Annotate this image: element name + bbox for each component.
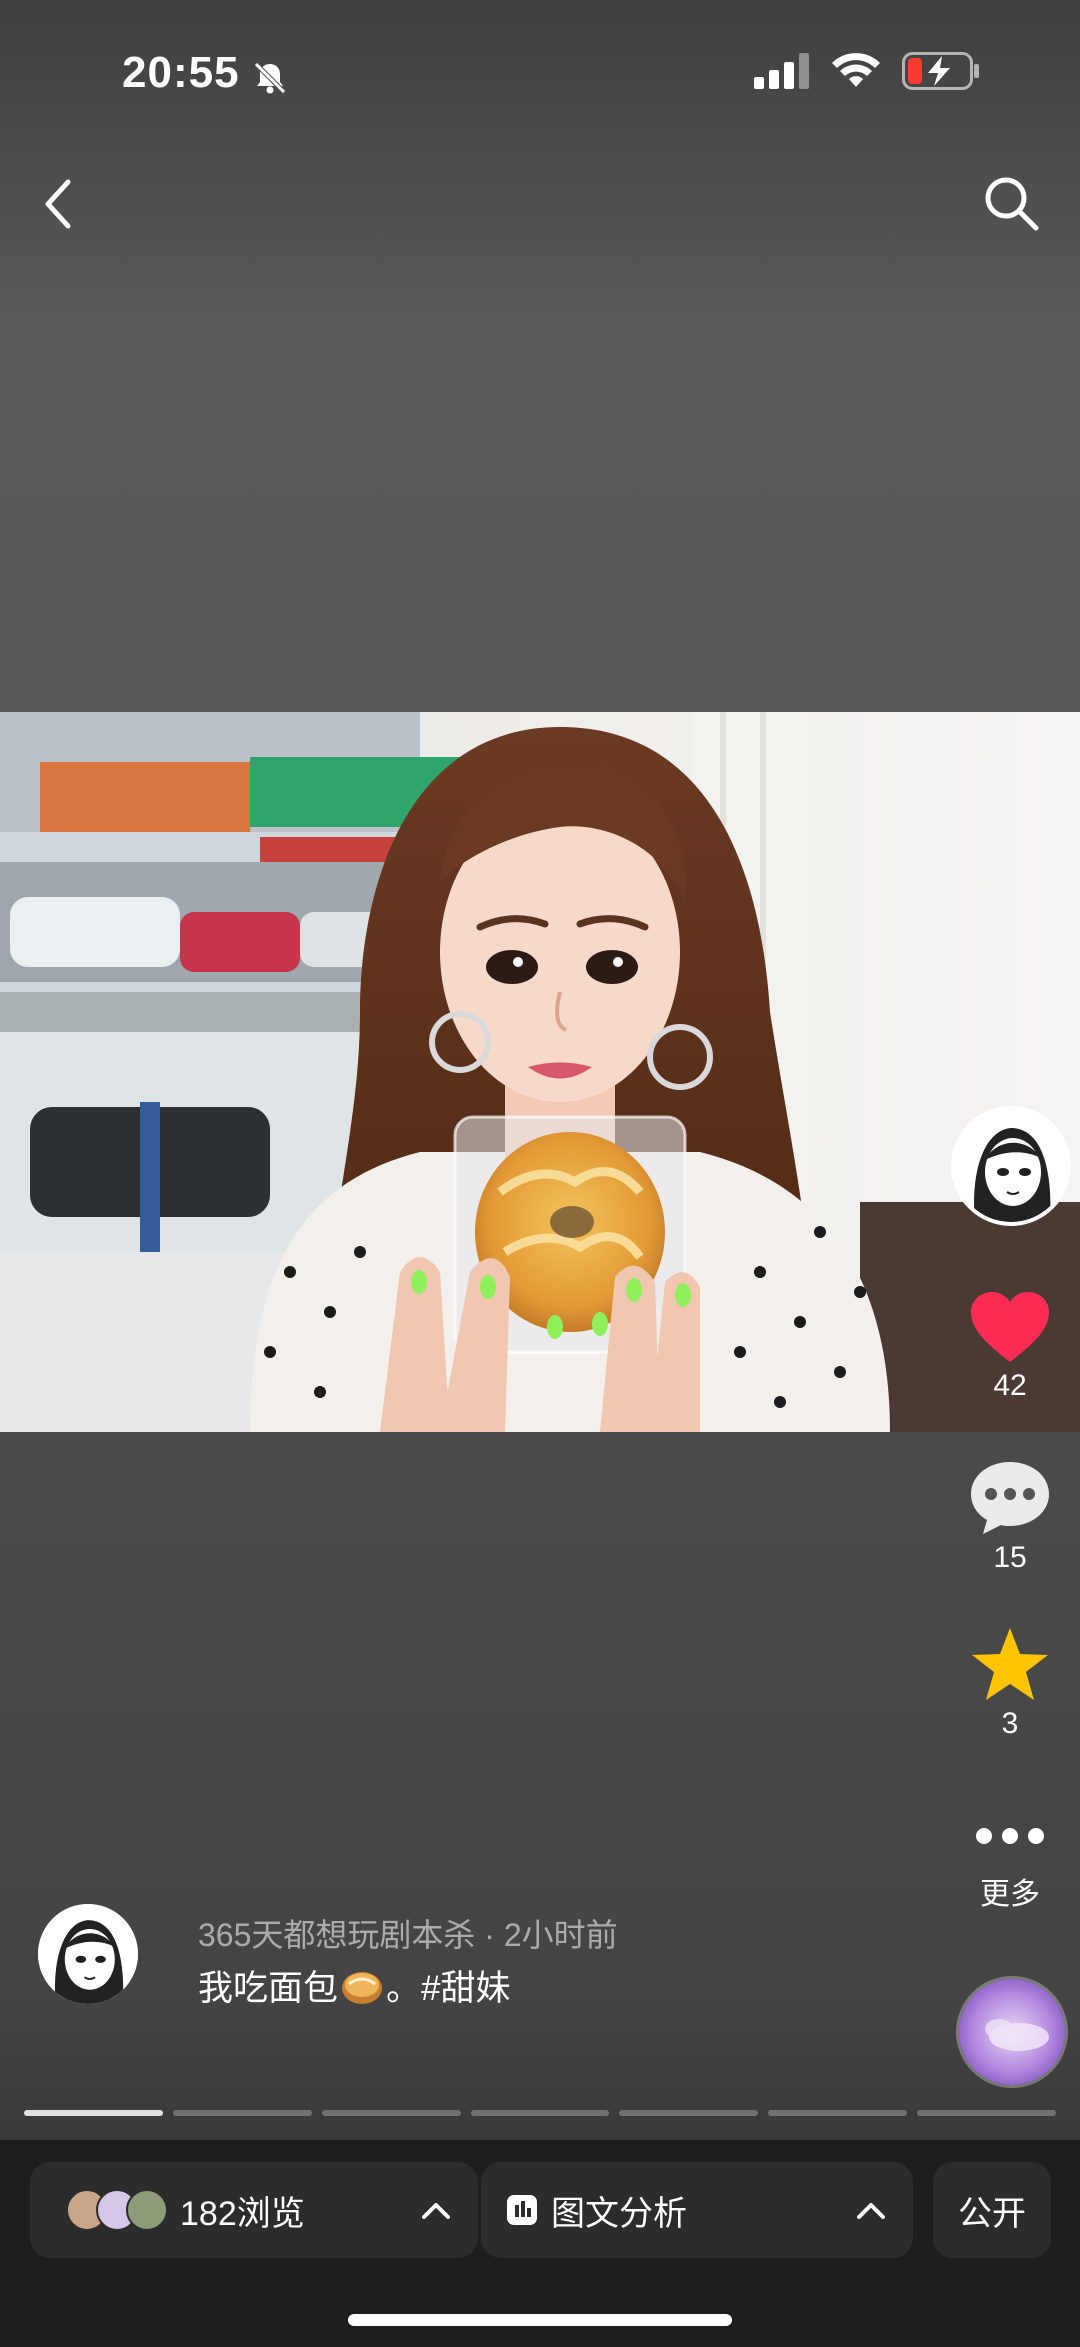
like-action[interactable]: 42 — [950, 1290, 1070, 1403]
music-disc[interactable] — [956, 1976, 1068, 2088]
analytics-icon — [507, 2195, 537, 2225]
more-label: 更多 — [980, 1878, 1040, 1911]
progress-segment — [24, 2110, 163, 2116]
wifi-icon — [832, 53, 880, 87]
music-cover-image — [959, 1979, 1065, 2085]
caption-hashtag[interactable]: 。#甜妹 — [386, 1960, 510, 2011]
chevron-up-icon — [857, 2203, 885, 2219]
analysis-button[interactable]: 图文分析 — [481, 2162, 913, 2258]
author-avatar-image — [955, 1110, 1067, 1222]
post-meta: 365天都想玩剧本杀 · 2小时前 — [198, 1917, 618, 1953]
status-time: 20:55 — [122, 48, 240, 97]
bell-muted-icon — [254, 62, 286, 94]
post-caption: 我吃面包 。#甜妹 — [198, 1960, 510, 2011]
views-label: 182浏览 — [180, 2194, 305, 2233]
like-count: 42 — [993, 1369, 1027, 1402]
comment-action[interactable]: 15 — [950, 1460, 1070, 1575]
comment-bubble-icon — [971, 1462, 1049, 1534]
progress-segment — [172, 2110, 312, 2116]
progress-segment — [321, 2110, 461, 2116]
back-button[interactable] — [36, 176, 84, 232]
star-icon — [972, 1628, 1048, 1700]
post-author-avatar[interactable] — [38, 1904, 138, 2004]
progress-segment — [619, 2110, 759, 2116]
home-indicator — [348, 2314, 732, 2326]
post-photo[interactable] — [0, 712, 1080, 1432]
bread-emoji-icon — [342, 1971, 383, 2004]
chevron-up-icon — [422, 2203, 450, 2219]
post-author-avatar-image — [38, 1904, 138, 2004]
visibility-label: 公开 — [958, 2194, 1026, 2233]
image-progress — [24, 2110, 1057, 2116]
caption-text: 我吃面包 — [198, 1969, 339, 2008]
favorite-action[interactable]: 3 — [950, 1626, 1070, 1741]
heart-icon — [971, 1292, 1049, 1362]
progress-segment — [917, 2110, 1057, 2116]
comment-count: 15 — [993, 1541, 1027, 1574]
progress-segment — [768, 2110, 908, 2116]
search-button[interactable] — [980, 172, 1042, 234]
favorite-count: 3 — [1001, 1707, 1019, 1740]
status-icons — [754, 52, 980, 90]
viewer-avatar — [126, 2189, 168, 2231]
viewer-avatars — [66, 2189, 168, 2231]
analysis-label: 图文分析 — [551, 2194, 687, 2233]
cellular-signal-icon — [754, 53, 809, 89]
visibility-button[interactable]: 公开 — [933, 2162, 1051, 2258]
more-dots-icon — [976, 1828, 1044, 1844]
photo-illustration — [0, 712, 1080, 1432]
progress-segment — [470, 2110, 610, 2116]
more-action[interactable]: 更多 — [950, 1826, 1070, 1913]
views-button[interactable]: 182浏览 — [30, 2162, 478, 2258]
author-avatar-button[interactable] — [951, 1106, 1071, 1226]
battery-charging-icon — [902, 52, 979, 90]
